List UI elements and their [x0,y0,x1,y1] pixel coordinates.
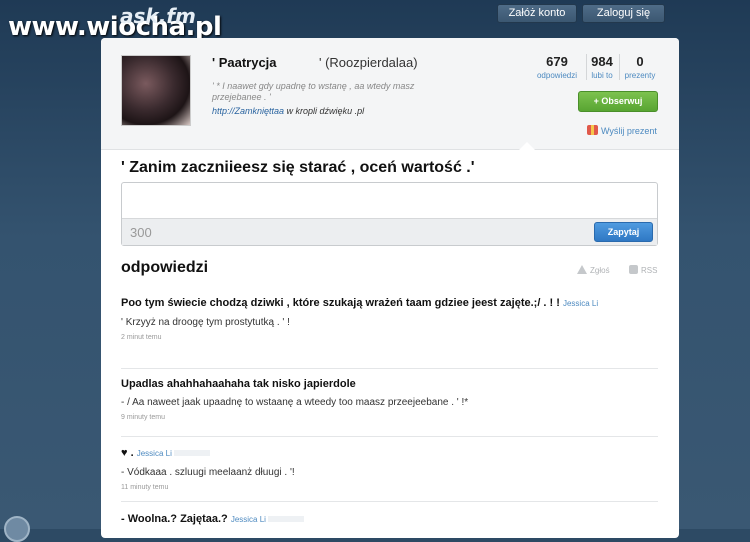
follow-button[interactable]: + Obserwuj [578,91,658,112]
question-toolbar: 300 Zapytaj [122,218,657,245]
rss-label: RSS [641,266,658,275]
stat-likes-value: 984 [591,54,613,69]
stat-answers[interactable]: 679 odpowiedzi [535,54,579,80]
report-link[interactable]: Zgłoś [577,265,610,275]
stat-divider [586,54,587,80]
main-panel: ' Paatrycja ' (Roozpierdalaa) ' * I naaw… [101,38,679,538]
stat-gifts-label: prezenty [624,71,656,80]
answer-item: Upadlas ahahhahaahaha tak nisko japierdo… [121,377,658,421]
send-gift-label: Wyślij prezent [601,126,657,136]
answer-question-text: Poo tym świecie chodzą dziwki , które sz… [121,297,560,309]
redacted-name [267,516,304,523]
answer-item: ♥ . Jessica Li - Vódkaaa . szluugi meela… [121,446,658,491]
divider [121,368,658,369]
rss-icon [629,265,638,274]
avatar[interactable] [121,55,191,126]
profile-link[interactable]: http://Zamknięttaa [212,106,284,116]
answer-text: ' Krzyyż na droogę tym prostytutką . ' ! [121,317,290,328]
answer-question: ♥ . Jessica Li [121,446,658,461]
signup-button[interactable]: Załóż konto [497,4,577,23]
answer-question-text: - Woolna.? Zajętaa.? [121,513,228,525]
char-counter: 300 [130,225,152,240]
answer-question: Poo tym świecie chodzą dziwki , które sz… [121,296,658,311]
answer-text: - / Aa naweet jaak upaadnę to wstaanę a … [121,397,469,408]
answer-question: - Woolna.? Zajętaa.? Jessica Li [121,512,658,527]
ask-button[interactable]: Zapytaj [594,222,653,242]
asker-link[interactable]: Jessica Li [137,449,172,458]
report-label: Zgłoś [590,266,610,275]
divider [121,436,658,437]
question-title: ' Zanim zaczniieesz się starać , oceń wa… [121,159,475,176]
redacted-name [173,450,210,457]
answer-item: - Woolna.? Zajętaa.? Jessica Li [121,512,658,527]
answer-time[interactable]: 2 minut temu [121,334,658,341]
asker-link[interactable]: Jessica Li [563,299,598,308]
login-button[interactable]: Zaloguj się [582,4,665,23]
stat-likes[interactable]: 984 lubi to [589,54,615,80]
answer-time[interactable]: 11 minuty temu [121,484,658,491]
answers-heading: odpowiedzi [121,259,209,276]
profile-bio: ' * I naawet gdy upadnę to wstanę , aa w… [212,81,415,102]
divider [121,501,658,502]
asker-link[interactable]: Jessica Li [231,515,266,524]
site-logo[interactable]: ask.fm [120,4,196,28]
stat-gifts-value: 0 [636,54,644,69]
rss-link[interactable]: RSS [629,265,657,275]
send-gift-link[interactable]: Wyślij prezent [587,125,657,136]
stat-gifts[interactable]: 0 prezenty [622,54,658,80]
answer-question-text: Upadlas ahahhahaahaha tak nisko japierdo… [121,378,356,390]
profile-link-suffix: w kropli dźwięku .pl [284,106,365,116]
profile-header: ' Paatrycja ' (Roozpierdalaa) ' * I naaw… [101,38,679,150]
question-input[interactable]: 300 Zapytaj [121,182,658,246]
answer-question: Upadlas ahahhahaahaha tak nisko japierdo… [121,377,658,391]
stat-answers-label: odpowiedzi [536,71,578,80]
profile-link-line: http://Zamknięttaa w kropli dźwięku .pl [212,106,364,116]
gift-icon [587,125,598,135]
profile-username: ' (Roozpierdalaa) [319,55,418,70]
profile-name: ' Paatrycja [212,55,277,70]
answer-question-text: ♥ . [121,447,134,459]
answer-item: Poo tym świecie chodzą dziwki , które sz… [121,296,658,341]
stat-likes-label: lubi to [591,71,613,80]
stat-answers-value: 679 [546,54,568,69]
answer-time[interactable]: 9 minuty temu [121,414,658,421]
pointer-notch [519,142,535,150]
warning-icon [577,265,587,274]
corner-badge [4,516,30,542]
stat-divider [619,54,620,80]
answer-text: - Vódkaaa . szluugi meelaanż dłuugi . '! [121,467,295,478]
